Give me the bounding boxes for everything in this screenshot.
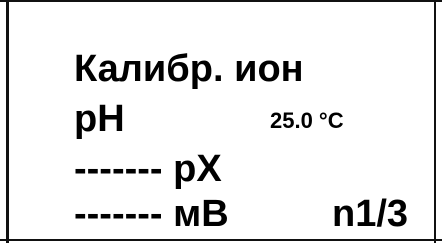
lcd-display: Калибр. ион pH 25.0 °C ------- pX ------… — [0, 0, 442, 243]
display-frame-right-edge — [434, 2, 436, 243]
display-frame-left-edge — [6, 2, 9, 243]
px-value-row: ------- pX — [74, 148, 222, 190]
mv-value-row: ------- мВ — [74, 193, 229, 235]
screen-title: Калибр. ион — [74, 48, 304, 90]
temperature-readout: 25.0 °C — [270, 108, 344, 133]
ph-label: pH — [74, 98, 125, 140]
page-indicator: n1/3 — [332, 193, 409, 235]
